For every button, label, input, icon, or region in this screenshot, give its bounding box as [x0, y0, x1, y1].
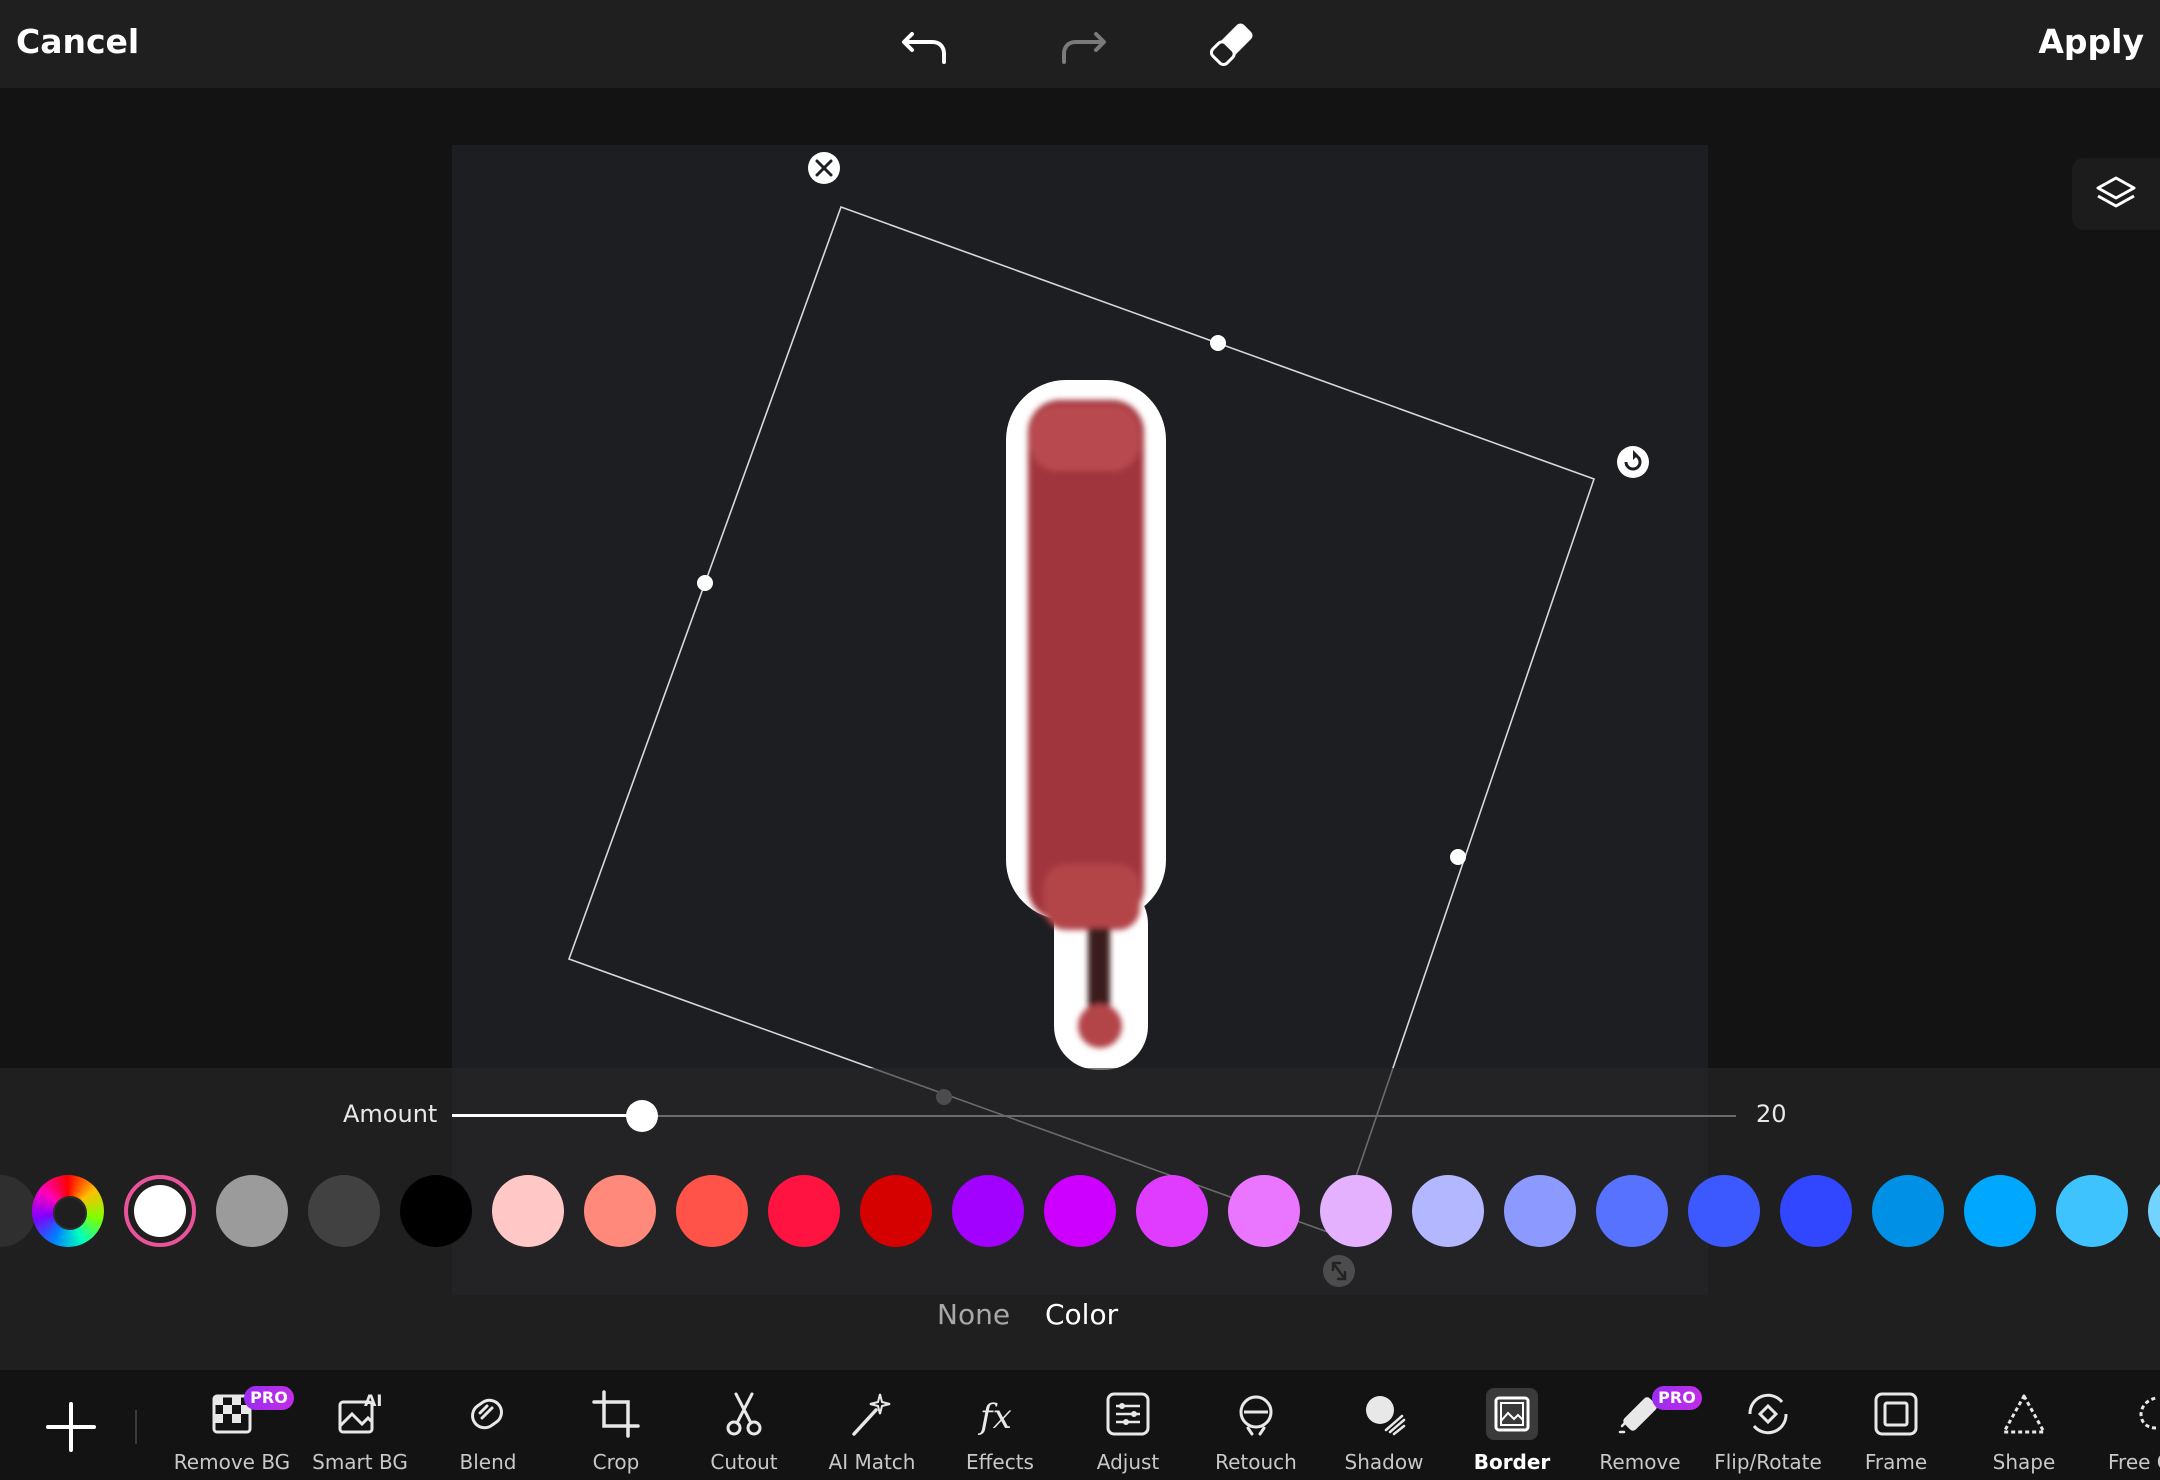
tool-label: Smart BG [312, 1450, 408, 1474]
apply-button[interactable]: Apply [2038, 22, 2144, 61]
free-crop-icon [2139, 1396, 2157, 1430]
triangle-icon [2002, 1394, 2046, 1434]
color-swatch[interactable] [216, 1175, 288, 1247]
layers-button[interactable] [2072, 158, 2160, 230]
color-swatch[interactable] [2056, 1175, 2128, 1247]
color-swatch[interactable] [676, 1175, 748, 1247]
tab-none[interactable]: None [937, 1298, 1010, 1331]
tool-effects[interactable]: fx Effects [936, 1382, 1064, 1480]
color-swatch[interactable] [1412, 1175, 1484, 1247]
fx-icon: fx [977, 1397, 1012, 1437]
top-bar: Cancel Apply [0, 0, 2160, 88]
color-swatch[interactable] [1044, 1175, 1116, 1247]
border-icon [1486, 1388, 1538, 1440]
tool-crop[interactable]: Crop [552, 1382, 680, 1480]
tool-free-crop[interactable]: Free C [2088, 1382, 2160, 1480]
smart-bg-icon: AI [338, 1391, 382, 1434]
amount-slider-thumb[interactable] [626, 1100, 658, 1132]
svg-text:fx: fx [977, 1397, 1012, 1437]
sliders-icon [1106, 1392, 1150, 1436]
svg-text:AI: AI [364, 1391, 382, 1410]
color-swatch[interactable] [1136, 1175, 1208, 1247]
color-swatch[interactable] [400, 1175, 472, 1247]
layers-icon [2096, 176, 2136, 208]
tool-label: Border [1473, 1450, 1551, 1474]
tool-label: Crop [592, 1450, 640, 1474]
tool-label: Remove [1599, 1450, 1681, 1474]
amount-slider-fill [452, 1114, 642, 1117]
amount-label: Amount [343, 1100, 438, 1128]
redo-icon[interactable] [1050, 14, 1110, 74]
tool-border[interactable]: Border [1448, 1382, 1576, 1480]
crop-icon [592, 1390, 640, 1438]
frame-icon [1874, 1392, 1918, 1436]
color-swatch[interactable] [584, 1175, 656, 1247]
cancel-button[interactable]: Cancel [16, 22, 139, 61]
tool-smart-bg[interactable]: AI Smart BG [296, 1382, 424, 1480]
tool-label: Remove BG [173, 1450, 291, 1474]
tool-frame[interactable]: Frame [1832, 1382, 1960, 1480]
shadow-icon [1366, 1396, 1406, 1436]
eraser-icon[interactable] [1202, 14, 1262, 74]
pro-badge: PRO [244, 1386, 294, 1410]
color-swatch[interactable] [1780, 1175, 1852, 1247]
tool-label: Effects [966, 1450, 1034, 1474]
color-swatch-partial[interactable] [2148, 1175, 2160, 1247]
color-swatch[interactable] [952, 1175, 1024, 1247]
color-swatch[interactable] [1596, 1175, 1668, 1247]
tab-color[interactable]: Color [1045, 1298, 1118, 1331]
magic-wand-icon [852, 1393, 891, 1436]
tool-blend[interactable]: Blend [424, 1382, 552, 1480]
tool-label: Shadow [1344, 1450, 1424, 1474]
tool-cutout[interactable]: Cutout [680, 1382, 808, 1480]
tool-shape[interactable]: Shape [1960, 1382, 2088, 1480]
color-swatch[interactable] [768, 1175, 840, 1247]
color-swatch-row [0, 1175, 2160, 1249]
tool-remove-bg[interactable]: PRO Remove BG [168, 1382, 296, 1480]
undo-icon[interactable] [898, 14, 958, 74]
color-wheel-icon[interactable] [32, 1175, 104, 1247]
scissors-icon [726, 1392, 762, 1436]
tool-shadow[interactable]: Shadow [1320, 1382, 1448, 1480]
amount-value: 20 [1756, 1100, 1787, 1128]
tool-label: Adjust [1096, 1450, 1160, 1474]
pro-badge: PRO [1652, 1386, 1702, 1410]
color-swatch[interactable] [1688, 1175, 1760, 1247]
tool-label: Cutout [710, 1450, 778, 1474]
color-swatch[interactable] [492, 1175, 564, 1247]
color-swatch[interactable] [1320, 1175, 1392, 1247]
tool-label: Shape [1992, 1450, 2056, 1474]
toolbar-separator [135, 1410, 137, 1444]
color-swatch[interactable] [1964, 1175, 2036, 1247]
retouch-icon [1239, 1395, 1273, 1436]
tool-label: AI Match [828, 1450, 916, 1474]
color-swatch[interactable] [1872, 1175, 1944, 1247]
color-swatch[interactable] [1228, 1175, 1300, 1247]
tool-label: Flip/Rotate [1714, 1450, 1822, 1474]
tool-label: Free C [2108, 1450, 2160, 1474]
tool-label: Frame [1864, 1450, 1928, 1474]
tool-remove[interactable]: PRO Remove [1576, 1382, 1704, 1480]
blend-icon [471, 1398, 503, 1430]
tool-flip-rotate[interactable]: Flip/Rotate [1704, 1382, 1832, 1480]
flip-rotate-icon [1748, 1393, 1788, 1435]
border-tabs: None Color [0, 1298, 2160, 1338]
tool-ai-match[interactable]: AI Match [808, 1382, 936, 1480]
color-swatch-selected[interactable] [124, 1175, 196, 1247]
tool-adjust[interactable]: Adjust [1064, 1382, 1192, 1480]
tool-retouch[interactable]: Retouch [1192, 1382, 1320, 1480]
tool-label: Blend [459, 1450, 517, 1474]
color-swatch[interactable] [860, 1175, 932, 1247]
color-swatch-partial[interactable] [0, 1175, 36, 1247]
tool-label: Retouch [1215, 1450, 1297, 1474]
add-icon[interactable] [40, 1396, 102, 1458]
color-swatch[interactable] [308, 1175, 380, 1247]
color-swatch[interactable] [1504, 1175, 1576, 1247]
